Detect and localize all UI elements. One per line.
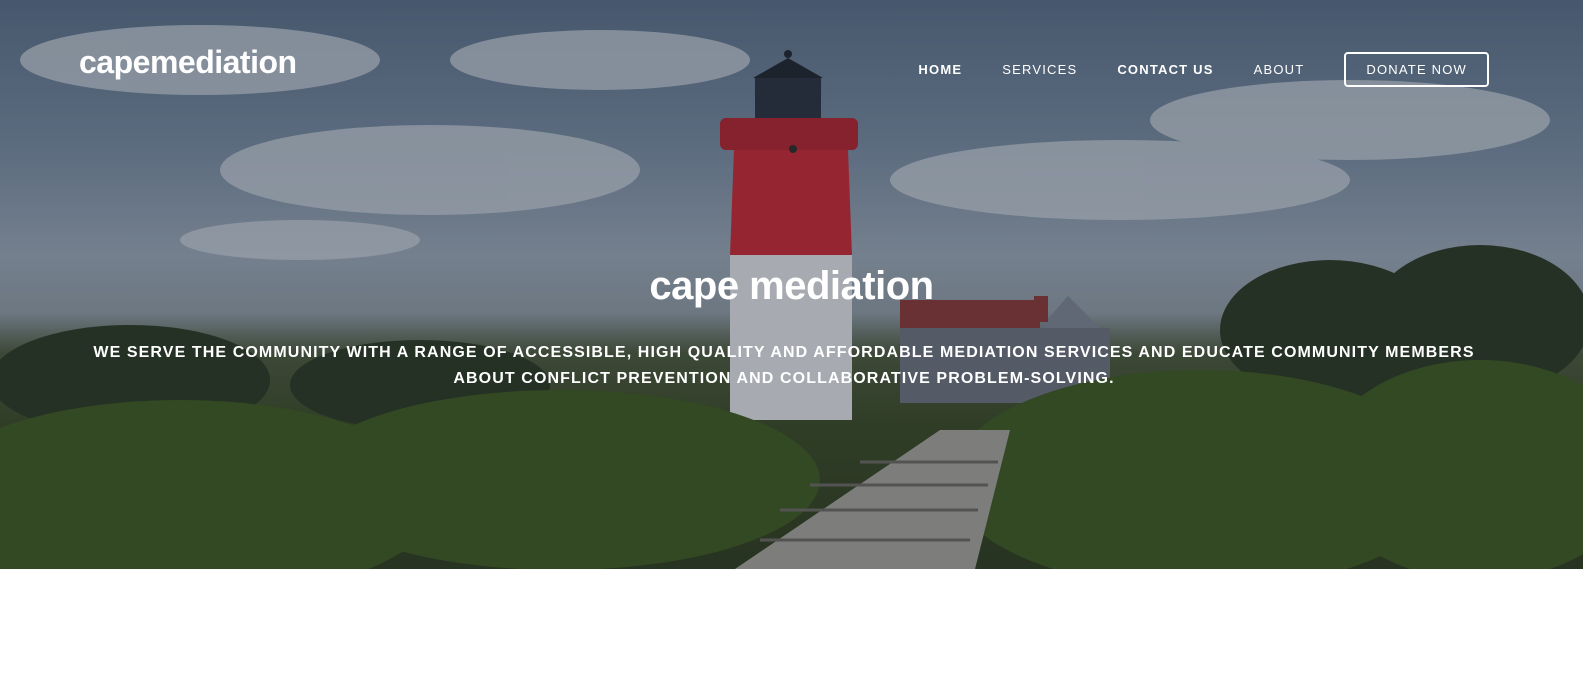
hero-section: capemediation HOME SERVICES CONTACT US A…: [0, 0, 1583, 569]
hero-subtitle: WE SERVE THE COMMUNITY WITH A RANGE OF A…: [93, 344, 1475, 387]
nav-item-contact-us[interactable]: CONTACT US: [1117, 53, 1213, 87]
main-navigation: HOME SERVICES CONTACT US ABOUT DONATE NO…: [878, 52, 1489, 87]
nav-item-services[interactable]: SERVICES: [1002, 53, 1077, 87]
hero-title: cape mediation: [649, 264, 934, 308]
nav-item-about[interactable]: ABOUT: [1254, 53, 1305, 87]
nav-item-home[interactable]: HOME: [918, 53, 962, 87]
donate-now-button[interactable]: DONATE NOW: [1344, 52, 1489, 87]
site-logo[interactable]: capemediation: [79, 44, 297, 81]
